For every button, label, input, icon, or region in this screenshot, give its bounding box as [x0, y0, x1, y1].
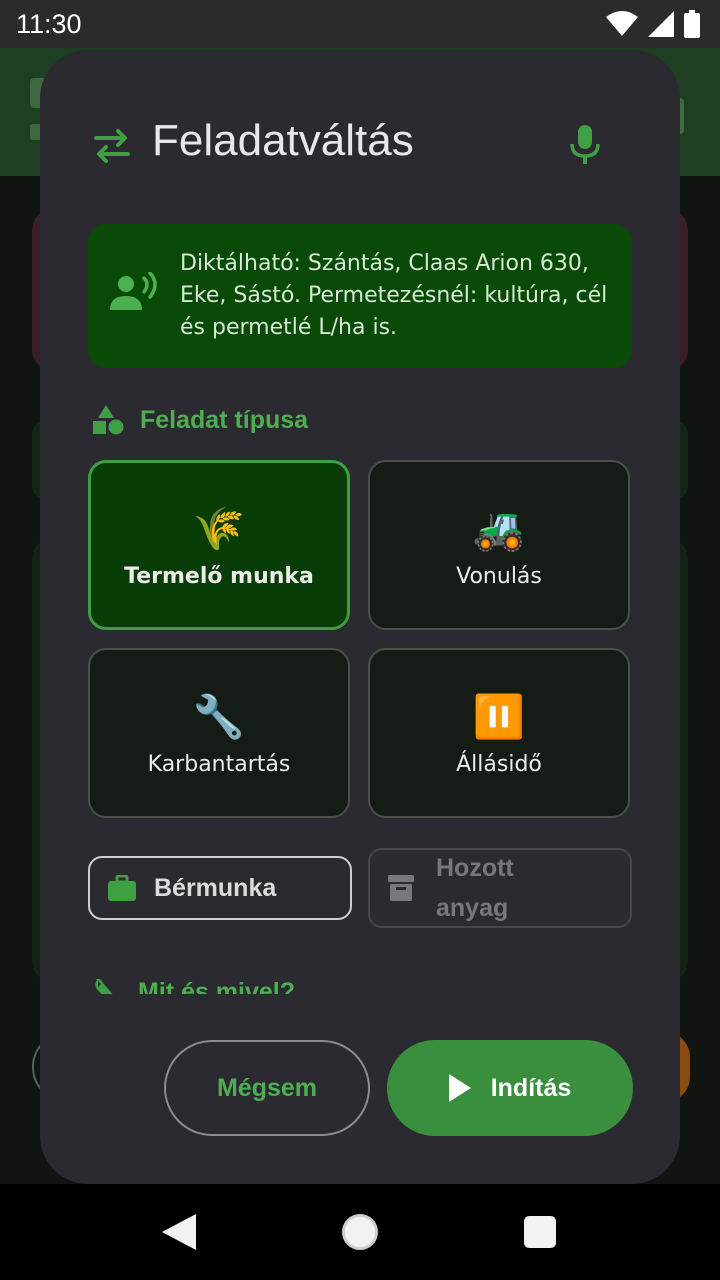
- wifi-icon: [606, 11, 638, 36]
- archive-box-icon: [388, 875, 414, 901]
- task-type-section-label: Feladat típusa: [140, 405, 309, 434]
- task-type-transit[interactable]: 🚜 Vonulás: [368, 460, 630, 630]
- wrench-icon: [95, 978, 113, 994]
- tractor-icon: 🚜: [472, 503, 526, 553]
- back-icon[interactable]: [162, 1214, 196, 1250]
- task-type-downtime[interactable]: ⏸️ Állásidő: [368, 648, 630, 818]
- task-type-label: Karbantartás: [147, 751, 291, 777]
- microphone-icon[interactable]: [568, 124, 602, 166]
- task-type-productive-work[interactable]: 🌾 Termelő munka: [88, 460, 350, 630]
- home-button[interactable]: [342, 1214, 378, 1250]
- signal-icon: [648, 11, 674, 37]
- task-type-label: Állásidő: [456, 751, 542, 777]
- shapes-icon: [93, 405, 124, 435]
- what-and-with-section-label: Mit és mivel?: [138, 977, 295, 995]
- supplied-material-chip[interactable]: Hozott anyag: [368, 848, 632, 928]
- briefcase-icon: [108, 875, 136, 901]
- task-type-label: Termelő munka: [124, 563, 314, 589]
- recent-apps-button[interactable]: [524, 1216, 556, 1248]
- swap-arrows-icon: [94, 129, 130, 163]
- contract-work-label: Bérmunka: [154, 873, 277, 902]
- start-button[interactable]: Indítás: [387, 1040, 633, 1136]
- pause-icon: ⏸️: [472, 691, 526, 741]
- wheat-icon: 🌾: [192, 503, 246, 553]
- dictation-hint-text: Diktálható: Szántás, Claas Arion 630, Ek…: [180, 251, 608, 340]
- wrench-icon: 🔧: [192, 691, 246, 741]
- task-type-maintenance[interactable]: 🔧 Karbantartás: [88, 648, 350, 818]
- status-icons: [606, 10, 700, 38]
- dialog-title: Feladatváltás: [152, 116, 414, 165]
- dialog-header: Feladatváltás: [40, 50, 680, 240]
- cancel-button[interactable]: Mégsem: [164, 1040, 370, 1136]
- status-bar: 11:30: [0, 0, 720, 48]
- task-switch-dialog: Feladatváltás Diktálható: Szántás, Claas…: [40, 50, 680, 1184]
- start-button-label: Indítás: [490, 1073, 572, 1102]
- voice-person-icon: [110, 272, 157, 310]
- task-type-label: Vonulás: [456, 563, 542, 589]
- dictation-hint-box: Diktálható: Szántás, Claas Arion 630, Ek…: [88, 224, 632, 368]
- what-and-with-section-header: Mit és mivel?: [92, 972, 295, 994]
- contract-work-chip[interactable]: Bérmunka: [88, 856, 352, 920]
- supplied-material-label: Hozott anyag: [436, 854, 514, 922]
- what-and-with-section-clip: Mit és mivel?: [40, 960, 680, 994]
- status-time: 11:30: [16, 8, 82, 39]
- task-type-section-header: Feladat típusa: [92, 400, 308, 440]
- battery-icon: [684, 10, 700, 38]
- play-icon: [448, 1074, 471, 1102]
